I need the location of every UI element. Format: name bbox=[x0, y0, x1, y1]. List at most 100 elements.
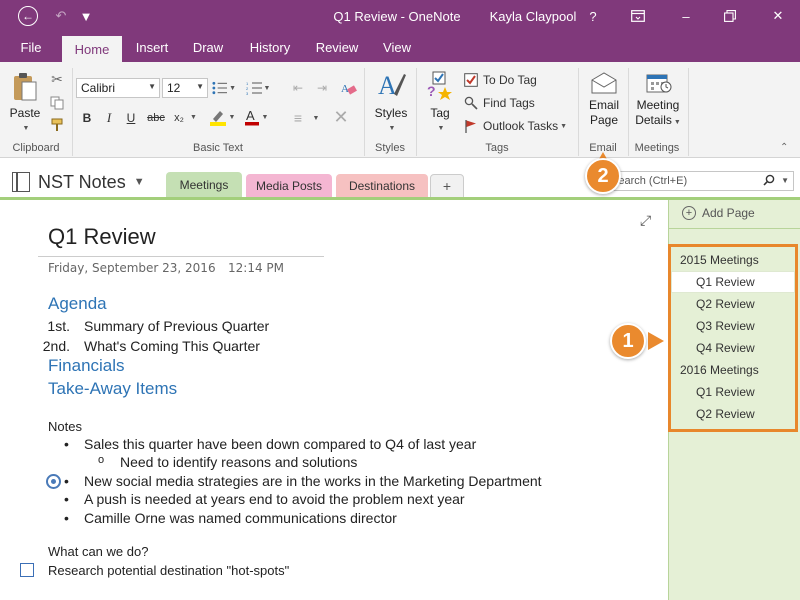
styles-button[interactable]: A Styles ▼ bbox=[370, 70, 412, 136]
align-icon[interactable]: ≡ bbox=[288, 108, 308, 128]
list-item[interactable]: Need to identify reasons and solutions bbox=[120, 454, 357, 470]
add-page-label: Add Page bbox=[702, 206, 755, 220]
arrow-left-icon: ← bbox=[18, 6, 38, 26]
undo-icon[interactable]: ↶ bbox=[48, 0, 74, 32]
todo-item[interactable]: Research potential destination "hot-spot… bbox=[48, 563, 289, 578]
subscript-dropdown-icon[interactable]: ▼ bbox=[190, 114, 197, 121]
section-tab-destinations[interactable]: Destinations bbox=[336, 174, 428, 198]
envelope-icon bbox=[591, 72, 617, 94]
add-section-button[interactable]: + bbox=[430, 174, 464, 198]
title-bar: ← ↶ ▼ Q1 Review - OneNote Kayla Claypool… bbox=[0, 0, 800, 32]
highlighter-icon bbox=[209, 111, 226, 126]
svg-text:?: ? bbox=[427, 83, 436, 99]
copy-icon[interactable] bbox=[48, 94, 66, 112]
tag-dropdown-icon: ▼ bbox=[437, 125, 445, 132]
question-text[interactable]: What can we do? bbox=[48, 544, 148, 559]
list-item[interactable]: What's Coming This Quarter bbox=[84, 338, 260, 354]
styles-group-label: Styles bbox=[375, 142, 405, 154]
tab-draw[interactable]: Draw bbox=[184, 32, 232, 62]
page-title[interactable]: Q1 Review bbox=[48, 224, 156, 250]
paragraph-handle-icon[interactable] bbox=[46, 474, 61, 489]
collapse-ribbon-icon[interactable]: ⌃ bbox=[780, 142, 788, 153]
tab-history[interactable]: History bbox=[240, 32, 300, 62]
format-painter-icon[interactable] bbox=[48, 116, 66, 134]
tab-file[interactable]: File bbox=[8, 32, 54, 62]
email-label-line1: Email bbox=[588, 98, 619, 112]
paste-label: Paste bbox=[9, 106, 41, 120]
todo-tag-label: To Do Tag bbox=[483, 73, 537, 87]
tab-insert[interactable]: Insert bbox=[128, 32, 176, 62]
restore-button[interactable] bbox=[710, 0, 750, 32]
highlight-button[interactable]: ▼ bbox=[208, 106, 236, 128]
notebook-dropdown[interactable]: NST Notes ▼ bbox=[12, 170, 145, 194]
section-tab-meetings[interactable]: Meetings bbox=[166, 172, 242, 198]
todo-tag-button[interactable]: To Do Tag bbox=[464, 70, 574, 90]
tab-review[interactable]: Review bbox=[308, 32, 366, 62]
tag-button[interactable]: ? Tag ▼ bbox=[420, 70, 460, 136]
chevron-down-icon: ▼ bbox=[148, 82, 156, 91]
section-tab-media-posts[interactable]: Media Posts bbox=[246, 174, 332, 198]
font-name-dropdown[interactable]: Calibri ▼ bbox=[76, 78, 160, 98]
list-number: 2nd. bbox=[42, 338, 70, 354]
minimize-button[interactable]: – bbox=[666, 0, 706, 32]
title-divider bbox=[38, 256, 324, 257]
heading-agenda[interactable]: Agenda bbox=[48, 294, 107, 314]
font-color-button[interactable]: A ▼ bbox=[242, 106, 270, 128]
list-item[interactable]: Camille Orne was named communications di… bbox=[84, 510, 397, 526]
help-button[interactable]: ? bbox=[578, 0, 608, 32]
customize-qat-icon[interactable]: ▼ bbox=[76, 0, 96, 32]
find-tags-button[interactable]: Find Tags bbox=[464, 93, 574, 113]
sub-bullet-icon: o bbox=[98, 454, 105, 466]
list-item[interactable]: New social media strategies are in the w… bbox=[84, 473, 542, 489]
heading-financials[interactable]: Financials bbox=[48, 356, 125, 376]
tab-home[interactable]: Home bbox=[62, 36, 122, 62]
ribbon-display-icon bbox=[631, 10, 645, 22]
search-scope-dropdown-icon[interactable]: ▼ bbox=[781, 176, 789, 185]
window-title: Q1 Review - OneNote bbox=[333, 8, 461, 24]
page-list-highlight bbox=[668, 244, 798, 432]
numbering-button[interactable]: 123 ▼ bbox=[244, 78, 272, 98]
paste-dropdown-icon[interactable]: ▼ bbox=[8, 121, 44, 136]
search-placeholder: Search (Ctrl+E) bbox=[611, 175, 688, 187]
list-item[interactable]: Sales this quarter have been down compar… bbox=[84, 436, 476, 452]
add-page-button[interactable]: + Add Page bbox=[682, 204, 755, 222]
meeting-details-button[interactable]: Meeting Details ▼ bbox=[632, 72, 684, 130]
todo-checkbox[interactable] bbox=[20, 563, 34, 577]
clear-formatting-icon[interactable]: A bbox=[338, 78, 360, 98]
list-item[interactable]: A push is needed at years end to avoid t… bbox=[84, 491, 465, 507]
list-item[interactable]: Summary of Previous Quarter bbox=[84, 318, 269, 334]
font-size-dropdown[interactable]: 12 ▼ bbox=[162, 78, 208, 98]
cut-icon[interactable]: ✂ bbox=[48, 70, 66, 88]
align-dropdown-icon[interactable]: ▼ bbox=[310, 108, 320, 128]
heading-take-away-items[interactable]: Take-Away Items bbox=[48, 379, 177, 399]
decrease-indent-icon[interactable]: ⇤ bbox=[288, 78, 308, 98]
clipboard-group-label: Clipboard bbox=[12, 142, 60, 154]
search-icon[interactable] bbox=[763, 174, 775, 189]
delete-icon[interactable]: ✕ bbox=[330, 106, 352, 128]
subscript-button[interactable]: x₂ bbox=[170, 108, 188, 128]
back-button[interactable]: ← bbox=[8, 0, 48, 32]
expand-icon[interactable]: ⤢ bbox=[640, 212, 651, 229]
tag-label: Tag bbox=[430, 106, 450, 120]
ribbon-display-options-button[interactable] bbox=[620, 0, 656, 32]
strikethrough-button[interactable]: abc bbox=[144, 108, 168, 128]
tab-view[interactable]: View bbox=[374, 32, 420, 62]
close-button[interactable]: ✕ bbox=[756, 0, 800, 32]
styles-dropdown-icon: ▼ bbox=[388, 125, 396, 132]
bold-button[interactable]: B bbox=[78, 108, 96, 128]
paste-button[interactable]: Paste ▼ bbox=[6, 72, 44, 136]
search-input[interactable]: Search (Ctrl+E) ▼ bbox=[604, 171, 794, 191]
bullets-button[interactable]: ▼ bbox=[212, 78, 236, 98]
increase-indent-icon[interactable]: ⇥ bbox=[312, 78, 332, 98]
notes-label[interactable]: Notes bbox=[48, 419, 82, 434]
italic-button[interactable]: I bbox=[100, 108, 118, 128]
user-name[interactable]: Kayla Claypool bbox=[478, 0, 588, 32]
outlook-tasks-button[interactable]: Outlook Tasks ▼ bbox=[464, 116, 576, 136]
page-canvas[interactable] bbox=[0, 200, 668, 600]
underline-button[interactable]: U bbox=[122, 108, 140, 128]
bullet-icon: • bbox=[64, 510, 69, 526]
numbered-list-icon: 123 bbox=[246, 81, 262, 95]
email-page-button[interactable]: Email Page bbox=[582, 72, 626, 128]
page-list-divider bbox=[668, 228, 800, 229]
notebook-name: NST Notes bbox=[38, 171, 126, 192]
